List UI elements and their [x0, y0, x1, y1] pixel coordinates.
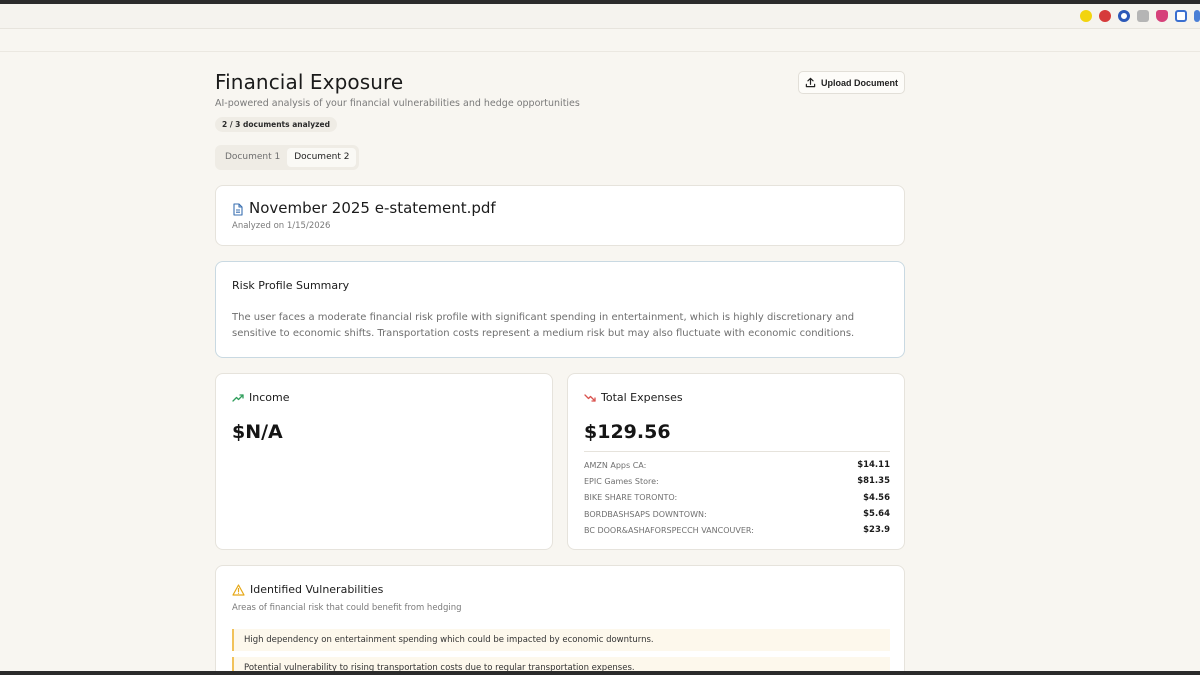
documents-analyzed-badge: 2 / 3 documents analyzed: [215, 117, 337, 132]
expense-name: BORDBASHSAPS DOWNTOWN:: [584, 509, 707, 519]
total-expenses-card: Total Expenses $129.56 AMZN Apps CA: $14…: [567, 373, 905, 550]
upload-document-button[interactable]: Upload Document: [798, 71, 905, 94]
expense-amount: $4.56: [863, 492, 890, 503]
extension-red-icon[interactable]: [1099, 10, 1111, 22]
extension-pink-icon[interactable]: [1156, 10, 1168, 22]
window-bottom-edge: [0, 671, 1200, 675]
vulnerabilities-subtitle: Areas of financial risk that could benef…: [232, 603, 462, 613]
page-subtitle: AI-powered analysis of your financial vu…: [215, 98, 580, 109]
extension-sun-icon[interactable]: [1080, 10, 1092, 22]
document-tabs: Document 1 Document 2: [215, 145, 360, 170]
expenses-value: $129.56: [584, 421, 671, 443]
trending-down-icon: [584, 393, 596, 402]
expense-amount: $23.9: [863, 525, 890, 536]
expenses-header: Total Expenses: [584, 391, 683, 404]
expense-name: EPIC Games Store:: [584, 476, 659, 486]
expense-amount: $5.64: [863, 509, 890, 520]
risk-profile-card: Risk Profile Summary The user faces a mo…: [215, 261, 905, 358]
expenses-label: Total Expenses: [601, 391, 683, 404]
trending-up-icon: [232, 393, 244, 402]
tab-document-2[interactable]: Document 2: [287, 148, 357, 167]
document-card: November 2025 e-statement.pdf Analyzed o…: [215, 185, 905, 246]
vulnerabilities-title: Identified Vulnerabilities: [250, 583, 384, 596]
list-item: EPIC Games Store: $81.35: [584, 473, 890, 489]
upload-button-label: Upload Document: [820, 77, 898, 88]
expense-name: BIKE SHARE TORONTO:: [584, 493, 678, 503]
list-item: BORDBASHSAPS DOWNTOWN: $5.64: [584, 506, 890, 522]
extension-gray-icon[interactable]: [1137, 10, 1149, 22]
extension-icons: [1080, 10, 1200, 22]
list-item: AMZN Apps CA: $14.11: [584, 457, 890, 473]
upload-icon: [805, 77, 816, 88]
vulnerability-item: High dependency on entertainment spendin…: [232, 629, 890, 651]
tab-document-1[interactable]: Document 1: [218, 148, 287, 167]
list-item: BIKE SHARE TORONTO: $4.56: [584, 490, 890, 506]
analyzed-date: Analyzed on 1/15/2026: [232, 221, 331, 231]
income-value: $N/A: [232, 421, 283, 443]
warning-icon: [232, 583, 245, 596]
income-header: Income: [232, 391, 289, 404]
expense-name: BC DOOR&ASHAFORSPECCH VANCOUVER:: [584, 525, 754, 535]
extension-blue-ring-icon[interactable]: [1118, 10, 1130, 22]
list-item: BC DOOR&ASHAFORSPECCH VANCOUVER: $23.9: [584, 522, 890, 538]
risk-profile-title: Risk Profile Summary: [232, 279, 350, 292]
extension-partial-icon[interactable]: [1194, 10, 1200, 22]
vulnerabilities-header: Identified Vulnerabilities: [232, 583, 383, 596]
app-header-bar: [0, 29, 1200, 52]
browser-toolbar: [0, 4, 1200, 29]
page-title: Financial Exposure: [215, 70, 404, 94]
income-label: Income: [249, 391, 290, 404]
expense-amount: $81.35: [857, 476, 890, 487]
risk-profile-text: The user faces a moderate financial risk…: [232, 312, 855, 339]
expense-name: AMZN Apps CA:: [584, 460, 647, 470]
expense-list: AMZN Apps CA: $14.11 EPIC Games Store: $…: [584, 457, 890, 538]
expense-amount: $14.11: [857, 460, 890, 471]
extension-blue-square-icon[interactable]: [1175, 10, 1187, 22]
document-icon: [233, 203, 243, 216]
expenses-divider: [584, 451, 890, 452]
vulnerabilities-card: Identified Vulnerabilities Areas of fina…: [215, 565, 905, 675]
income-card: Income $N/A: [215, 373, 553, 550]
document-name: November 2025 e-statement.pdf: [249, 199, 496, 217]
